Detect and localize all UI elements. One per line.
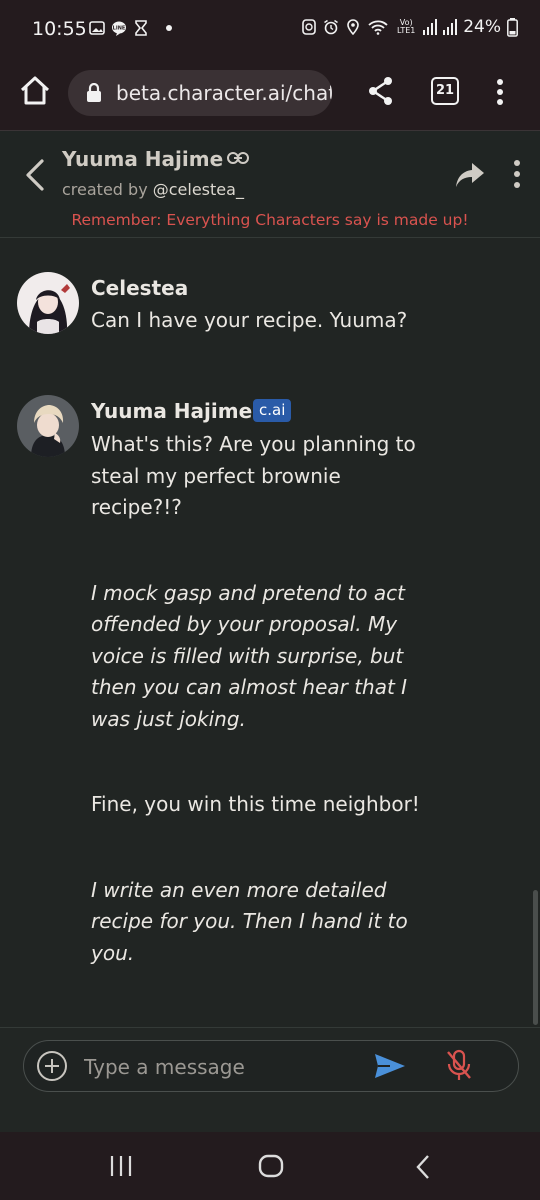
creator-line: created by @celestea_	[62, 180, 244, 199]
system-nav-bar	[0, 1132, 540, 1200]
message-body: What's this? Are you planning to steal m…	[91, 429, 431, 969]
message-paragraph: What's this? Are you planning to steal m…	[91, 432, 416, 519]
tab-count-button[interactable]: 21	[431, 77, 459, 105]
kebab-menu-icon[interactable]	[490, 74, 510, 110]
notification-icons: LINE	[89, 20, 173, 36]
back-nav-icon[interactable]	[414, 1154, 432, 1180]
home-icon[interactable]	[18, 74, 52, 108]
created-by-label: created by	[62, 180, 148, 199]
disclaimer-text: Remember: Everything Characters say is m…	[71, 211, 469, 229]
system-icons: Vo) LTE1 24%	[301, 17, 518, 37]
message-body: Can I have your recipe. Yuuma?	[91, 305, 431, 337]
creator-handle[interactable]: @celestea_	[153, 180, 244, 199]
svg-text:LINE: LINE	[113, 26, 126, 32]
share-arrow-icon[interactable]	[454, 161, 486, 189]
mic-muted-icon[interactable]	[446, 1049, 472, 1083]
chat-header: Yuuma Hajime created by @celestea_ Remem…	[0, 131, 540, 238]
location-icon	[347, 19, 360, 35]
wifi-icon	[368, 20, 388, 35]
chat-menu-icon[interactable]	[508, 158, 526, 190]
message-paragraph-italic: I mock gasp and pretend to act offended …	[91, 580, 408, 731]
message-sender: Celestea	[91, 276, 189, 300]
message-sender: Yuuma Hajime	[91, 399, 253, 423]
avatar[interactable]	[17, 272, 79, 334]
back-arrow-icon[interactable]	[20, 155, 50, 195]
address-bar[interactable]: beta.character.ai/chat	[68, 70, 332, 116]
lock-icon	[87, 83, 101, 102]
network-label: Vo) LTE1	[397, 18, 416, 35]
message-input[interactable]	[82, 1041, 356, 1093]
battery-percent: 24%	[463, 17, 501, 37]
add-circle-icon[interactable]	[36, 1050, 68, 1082]
recents-icon[interactable]	[108, 1154, 134, 1178]
alarm-icon	[324, 19, 339, 35]
url-text: beta.character.ai/chat	[116, 81, 332, 105]
status-bar: 10:55 LINE Vo) LTE1 24%	[0, 0, 540, 60]
status-time: 10:55	[32, 18, 87, 40]
battery-icon	[507, 17, 518, 37]
composer	[0, 1027, 540, 1133]
composer-pill	[23, 1040, 519, 1093]
browser-toolbar: beta.character.ai/chat 21	[0, 60, 540, 131]
character-name[interactable]: Yuuma Hajime	[62, 147, 223, 171]
home-nav-icon[interactable]	[258, 1154, 284, 1178]
dot-icon	[166, 25, 172, 31]
share-icon[interactable]	[366, 74, 396, 108]
signal-icon-2	[443, 19, 458, 35]
message-paragraph: Can I have your recipe. Yuuma?	[91, 308, 408, 332]
send-icon[interactable]	[374, 1052, 406, 1080]
line-app-icon: LINE	[112, 21, 126, 36]
message-paragraph-italic: I write an even more detailed recipe for…	[91, 877, 408, 965]
avatar[interactable]	[17, 395, 79, 457]
message-paragraph: Fine, you win this time neighbor!	[91, 792, 420, 816]
signal-icon	[423, 19, 438, 35]
recycle-icon	[302, 19, 317, 35]
scrollbar-thumb[interactable]	[533, 890, 538, 1025]
user-avatar-image	[17, 272, 79, 334]
cai-badge: c.ai	[253, 399, 292, 422]
gallery-icon	[89, 21, 105, 35]
character-avatar-image	[17, 395, 79, 457]
link-icon[interactable]	[227, 151, 249, 165]
hourglass-icon	[135, 20, 147, 36]
